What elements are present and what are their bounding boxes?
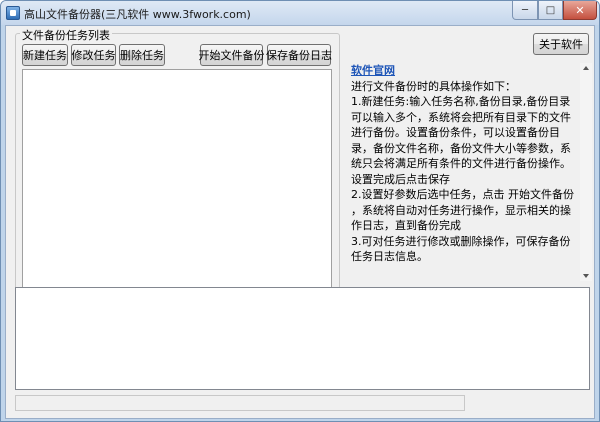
- new-task-button[interactable]: 新建任务: [22, 44, 68, 66]
- about-button[interactable]: 关于软件: [533, 33, 589, 55]
- task-group-legend: 文件备份任务列表: [20, 27, 112, 43]
- title-bar[interactable]: 高山文件备份器(三凡软件 www.3fwork.com) ─ □ ✕: [1, 1, 599, 25]
- start-backup-button[interactable]: 开始文件备份: [199, 44, 265, 66]
- website-link[interactable]: 软件官网: [351, 63, 579, 79]
- save-log-button[interactable]: 保存备份日志: [266, 44, 332, 66]
- client-area: 文件备份任务列表 新建任务 修改任务 删除任务 开始文件备份 保存备份日志 关于…: [5, 25, 595, 419]
- delete-task-button[interactable]: 删除任务: [119, 44, 165, 66]
- log-output[interactable]: [15, 287, 590, 390]
- close-button[interactable]: ✕: [563, 1, 597, 20]
- info-panel: 软件官网 进行文件备份时的具体操作如下： 1.新建任务:输入任务名称,备份目录,…: [351, 63, 579, 281]
- task-list[interactable]: [22, 69, 332, 300]
- app-window: 高山文件备份器(三凡软件 www.3fwork.com) ─ □ ✕ 文件备份任…: [0, 0, 600, 422]
- minimize-button[interactable]: ─: [512, 1, 538, 20]
- info-scrollbar[interactable]: [580, 63, 592, 281]
- scroll-down-icon[interactable]: [583, 274, 589, 278]
- edit-task-button[interactable]: 修改任务: [71, 44, 116, 66]
- app-icon: [6, 6, 20, 20]
- instructions-text: 进行文件备份时的具体操作如下： 1.新建任务:输入任务名称,备份目录,备份目录可…: [351, 79, 574, 264]
- scroll-up-icon[interactable]: [583, 66, 589, 70]
- status-bar: [15, 395, 465, 411]
- maximize-button[interactable]: □: [538, 1, 563, 20]
- window-title: 高山文件备份器(三凡软件 www.3fwork.com): [24, 8, 251, 21]
